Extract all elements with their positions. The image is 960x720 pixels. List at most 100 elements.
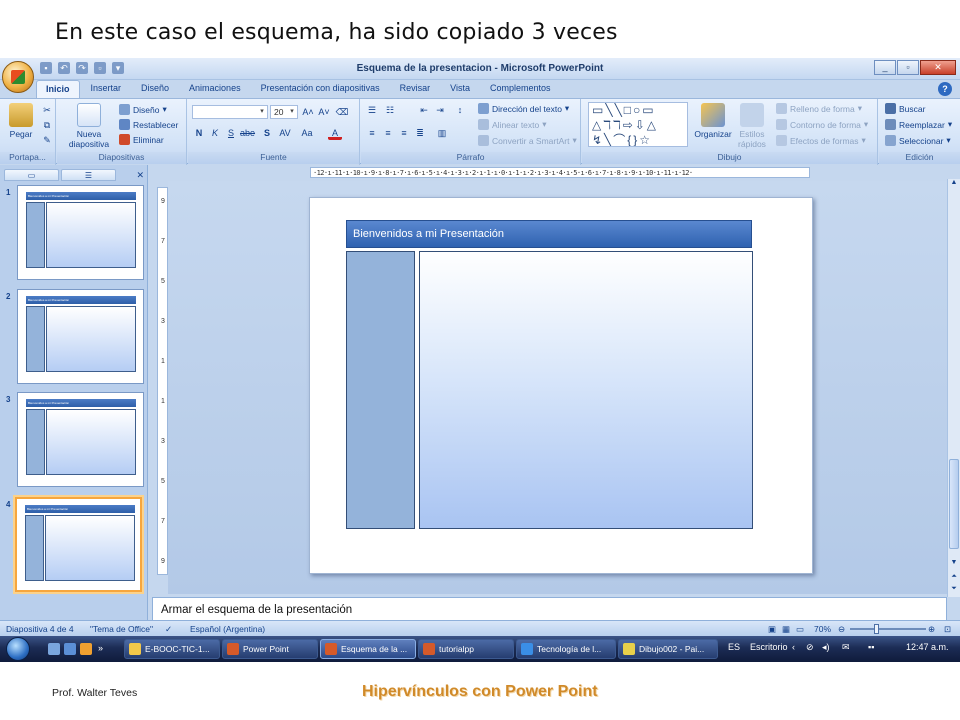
quick-styles-button[interactable]: Estilos rápidos [734,103,770,149]
slide-thumbnail-1[interactable]: Bienvenidos a mi Presentación [17,185,144,280]
align-text-button[interactable]: Alinear texto ▾ [478,119,547,130]
tab-diseno[interactable]: Diseño [132,80,178,98]
tab-insertar[interactable]: Insertar [82,80,131,98]
tab-animaciones[interactable]: Animaciones [180,80,250,98]
tab-vista[interactable]: Vista [441,80,479,98]
cut-icon[interactable]: ✂ [40,103,54,117]
slide-content-box[interactable] [419,251,753,529]
tray-network-icon[interactable]: ⊘ [806,642,814,653]
tray-clock[interactable]: 12:47 a.m. [906,642,949,652]
tray-desktop[interactable]: Escritorio [750,642,788,652]
media-player-icon[interactable] [80,643,92,655]
find-button[interactable]: Buscar [885,103,925,114]
quicklaunch-more-icon[interactable]: » [98,643,106,655]
close-pane-icon[interactable]: ✕ [136,170,144,181]
shapes-gallery[interactable]: ▭╲╲□○▭ △ℸℸ⇨⇩△ ↯╲⌒{}☆ [588,102,688,147]
tray-chat-icon[interactable]: ✉ [842,642,850,653]
align-left-icon[interactable]: ≡ [365,126,379,140]
vertical-scrollbar[interactable]: ▲ ▼ ⏶ ⏷ [947,179,960,597]
increase-indent-icon[interactable]: ⇥ [433,103,447,117]
shrink-font-icon[interactable]: A˅ [317,105,331,119]
bullets-icon[interactable]: ☰ [365,103,379,117]
align-right-icon[interactable]: ≡ [397,126,411,140]
outline-tab[interactable]: ☰ [61,169,116,181]
font-family-combo[interactable]: ▾ [192,105,268,119]
arrange-button[interactable]: Organizar [694,103,732,139]
tab-revisar[interactable]: Revisar [391,80,440,98]
zoom-out-icon[interactable]: ⊖ [838,624,845,635]
sorter-view-icon[interactable]: ▦ [782,624,790,635]
shape-outline-button[interactable]: Contorno de forma ▾ [776,119,868,130]
close-button[interactable]: ✕ [920,60,956,75]
taskbar-item-powerpoint[interactable]: Power Point [222,639,318,659]
zoom-slider[interactable] [850,628,926,630]
minimize-button[interactable]: _ [874,60,896,75]
fit-window-icon[interactable]: ⊡ [944,624,951,635]
convert-smartart-button[interactable]: Convertir a SmartArt ▾ [478,135,577,146]
slide-title-box[interactable]: Bienvenidos a mi Presentación [346,220,752,248]
underline-icon[interactable]: S [224,126,238,140]
tab-presentacion[interactable]: Presentación con diapositivas [252,80,389,98]
scroll-thumb[interactable] [949,459,959,549]
font-color-icon[interactable]: A [328,126,342,140]
align-center-icon[interactable]: ≡ [381,126,395,140]
format-painter-icon[interactable]: ✎ [40,133,54,147]
help-icon[interactable]: ? [938,82,952,96]
shadow-icon[interactable]: S [260,126,274,140]
tray-app-icon[interactable]: ▪▪ [868,642,874,652]
taskbar-item-tutorialpp[interactable]: tutorialpp [418,639,514,659]
current-slide[interactable]: Bienvenidos a mi Presentación [309,197,813,574]
taskbar-item-ebooc[interactable]: E-BOOC-TIC-1... [124,639,220,659]
scroll-up-icon[interactable]: ▲ [948,179,960,190]
char-spacing-icon[interactable]: AV [278,126,292,140]
delete-slide-button[interactable]: Eliminar [119,134,164,145]
bold-icon[interactable]: N [192,126,206,140]
slide-side-box[interactable] [346,251,415,529]
select-button[interactable]: Seleccionar ▾ [885,135,951,146]
numbering-icon[interactable]: ☷ [383,103,397,117]
tab-complementos[interactable]: Complementos [481,80,560,98]
tray-language[interactable]: ES [728,642,740,652]
maximize-button[interactable]: ▫ [897,60,919,75]
next-slide-icon[interactable]: ⏷ [948,585,960,596]
shape-fill-button[interactable]: Relleno de forma ▾ [776,103,862,114]
shape-effects-button[interactable]: Efectos de formas ▾ [776,135,866,146]
change-case-icon[interactable]: Aa [300,126,314,140]
language[interactable]: Español (Argentina) [190,624,265,634]
switch-windows-icon[interactable] [64,643,76,655]
taskbar-item-esquema[interactable]: Esquema de la ... [320,639,416,659]
tray-expand-icon[interactable]: ‹ [792,642,795,652]
normal-view-icon[interactable]: ▣ [768,624,776,635]
slides-tab[interactable]: ▭ [4,169,59,181]
tab-inicio[interactable]: Inicio [36,80,80,98]
tray-volume-icon[interactable]: ◂) [822,642,830,653]
zoom-slider-knob[interactable] [874,624,879,634]
justify-icon[interactable]: ≣ [413,126,427,140]
clear-format-icon[interactable]: ⌫ [335,105,349,119]
decrease-indent-icon[interactable]: ⇤ [417,103,431,117]
reset-button[interactable]: Restablecer [119,119,178,130]
office-button[interactable] [2,61,34,93]
columns-icon[interactable]: ▥ [435,126,449,140]
slide-thumbnail-3[interactable]: Bienvenidos a mi Presentación [17,392,144,487]
italic-icon[interactable]: K [208,126,222,140]
show-desktop-icon[interactable] [48,643,60,655]
layout-button[interactable]: Diseño ▾ [119,104,167,115]
prev-slide-icon[interactable]: ⏶ [948,573,960,584]
replace-button[interactable]: Reemplazar ▾ [885,119,952,130]
taskbar-item-tecnologia[interactable]: Tecnología de l... [516,639,616,659]
taskbar-item-dibujo[interactable]: Dibujo002 - Pai... [618,639,718,659]
grow-font-icon[interactable]: A˄ [301,105,315,119]
spelling-icon[interactable]: ✓ [165,624,172,635]
paste-button[interactable]: Pegar [6,103,36,139]
new-slide-button[interactable]: Nueva diapositiva [63,103,115,149]
zoom-in-icon[interactable]: ⊕ [928,624,935,635]
slide-thumbnail-2[interactable]: Bienvenidos a mi Presentación [17,289,144,384]
line-spacing-icon[interactable]: ↕ [453,103,467,117]
zoom-level[interactable]: 70% [814,624,831,634]
text-direction-button[interactable]: Dirección del texto ▾ [478,103,569,114]
strikethrough-icon[interactable]: abe [240,126,255,140]
start-button[interactable] [6,637,30,661]
slide-thumbnail-4[interactable]: Bienvenidos a mi Presentación [15,497,142,592]
slideshow-view-icon[interactable]: ▭ [796,624,804,635]
